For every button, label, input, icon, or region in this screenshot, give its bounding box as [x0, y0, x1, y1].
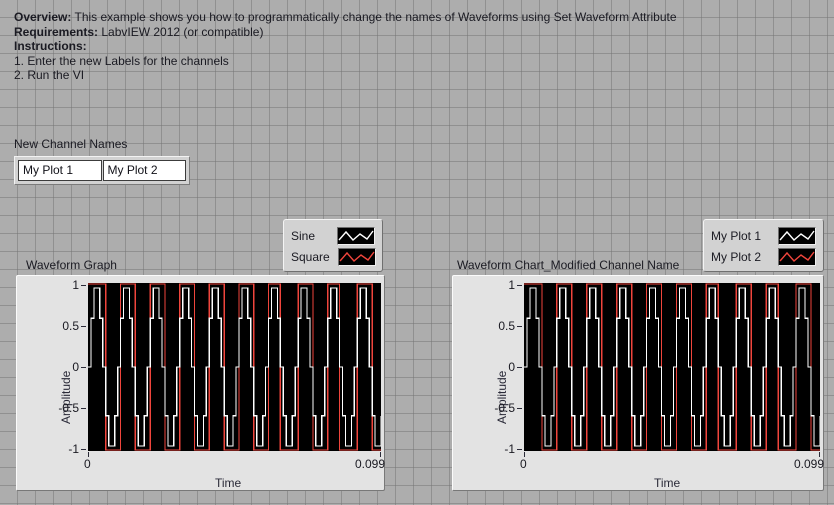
- y-tick-label: 0.5: [62, 319, 79, 333]
- overview-text-block: Overview: This example shows you how to …: [14, 10, 794, 83]
- y-axis-label: Amplitude: [495, 370, 509, 424]
- x-tick-label: 0: [520, 457, 527, 471]
- y-tick-mark: [81, 285, 86, 286]
- y-tick-label: -1: [68, 442, 79, 456]
- y-tick-mark: [81, 449, 86, 450]
- y-tick-mark: [81, 408, 86, 409]
- x-axis-label: Time: [654, 476, 681, 490]
- zigzag-plot-icon[interactable]: [778, 247, 816, 266]
- y-tick-label: -0.5: [58, 401, 79, 415]
- y-tick-label: 0: [508, 360, 515, 374]
- y-tick-mark: [517, 367, 522, 368]
- new-channel-names-array[interactable]: My Plot 1 My Plot 2: [14, 156, 190, 185]
- y-tick-label: 0.5: [498, 319, 515, 333]
- y-tick-mark: [517, 285, 522, 286]
- channel-name-input-2[interactable]: My Plot 2: [102, 160, 186, 181]
- plot-trace: [524, 287, 820, 447]
- legend-plot-name: Square: [291, 249, 330, 264]
- plot-legend-waveform-chart[interactable]: My Plot 1 My Plot 2: [703, 219, 824, 272]
- zigzag-plot-icon[interactable]: [778, 226, 816, 245]
- instruction-step-1: 1. Enter the new Labels for the channels: [14, 53, 229, 68]
- x-tick-label: 0.099: [794, 457, 825, 471]
- channel-name-input-1[interactable]: My Plot 1: [18, 160, 102, 181]
- new-channel-names-label: New Channel Names: [14, 137, 128, 151]
- zigzag-plot-icon[interactable]: [337, 247, 376, 266]
- requirements-label: Requirements:: [14, 24, 99, 39]
- legend-plot-name: Sine: [291, 228, 316, 243]
- instructions-label: Instructions:: [14, 39, 87, 53]
- instruction-step-2: 2. Run the VI: [14, 68, 85, 82]
- x-tick-label: 0: [84, 457, 91, 471]
- y-tick-label: 1: [508, 278, 515, 292]
- y-tick-mark: [517, 326, 522, 327]
- zigzag-plot-icon[interactable]: [337, 226, 375, 245]
- y-axis-label: Amplitude: [59, 370, 73, 424]
- legend-row[interactable]: Sine: [291, 225, 375, 246]
- y-tick-mark: [81, 326, 86, 327]
- waveform-graph[interactable]: Amplitude 1 0.5 0 -0.5 -1 0 0.099 Time: [16, 275, 385, 491]
- y-tick-mark: [81, 367, 86, 368]
- legend-row[interactable]: Square: [291, 246, 376, 267]
- plot-trace: [88, 287, 381, 447]
- x-tick-label: 0.099: [355, 457, 386, 471]
- plot-canvas[interactable]: [88, 283, 381, 451]
- x-axis-label: Time: [215, 476, 242, 490]
- overview-line: Overview: This example shows you how to …: [14, 10, 794, 25]
- legend-plot-name: My Plot 1: [711, 228, 762, 243]
- plot-canvas[interactable]: [524, 283, 820, 451]
- waveform-graph-title: Waveform Graph: [26, 258, 117, 272]
- y-tick-label: 1: [72, 278, 79, 292]
- y-tick-label: -1: [504, 442, 515, 456]
- legend-row[interactable]: My Plot 1: [711, 225, 816, 246]
- waveform-chart-title: Waveform Chart_Modified Channel Name: [457, 258, 680, 272]
- requirements-body: LabvIEW 2012 (or compatible): [98, 24, 264, 39]
- y-tick-mark: [517, 449, 522, 450]
- y-tick-mark: [517, 408, 522, 409]
- overview-label: Overview:: [14, 10, 72, 24]
- plot-legend-waveform-graph[interactable]: Sine Square: [283, 219, 383, 272]
- legend-row[interactable]: My Plot 2: [711, 246, 816, 267]
- overview-body: This example shows you how to programmat…: [71, 10, 677, 24]
- legend-plot-name: My Plot 2: [711, 249, 762, 264]
- requirements-line: Requirements: LabvIEW 2012 (or compatibl…: [14, 25, 794, 40]
- y-tick-label: -0.5: [494, 401, 515, 415]
- instructions-line: Instructions:: [14, 39, 794, 54]
- y-tick-label: 0: [72, 360, 79, 374]
- waveform-chart[interactable]: Amplitude 1 0.5 0 -0.5 -1 0 0.099 Time: [452, 275, 824, 491]
